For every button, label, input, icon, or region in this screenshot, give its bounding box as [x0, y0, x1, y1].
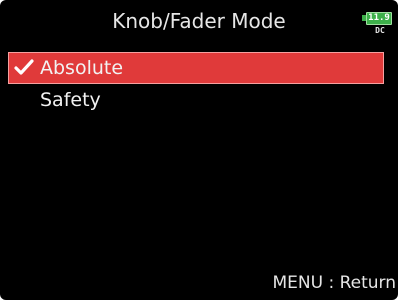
- menu-item-label: Absolute: [40, 57, 124, 79]
- footer-hint: MENU : Return: [272, 273, 396, 293]
- battery-icon: 11.9: [366, 12, 392, 25]
- checkmark-icon: [14, 59, 34, 75]
- menu-list: Absolute Safety: [0, 52, 398, 116]
- menu-item-label: Safety: [40, 89, 101, 111]
- screen-title: Knob/Fader Mode: [112, 9, 286, 33]
- power-source-label: DC: [375, 26, 385, 35]
- title-bar: Knob/Fader Mode 11.9 DC: [0, 0, 398, 44]
- battery-indicator: 11.9 DC: [361, 12, 392, 42]
- battery-voltage: 11.9: [368, 13, 390, 23]
- device-screen: Knob/Fader Mode 11.9 DC Absolute Safety …: [0, 0, 398, 300]
- menu-item-safety[interactable]: Safety: [0, 84, 398, 116]
- menu-item-absolute[interactable]: Absolute: [0, 52, 398, 84]
